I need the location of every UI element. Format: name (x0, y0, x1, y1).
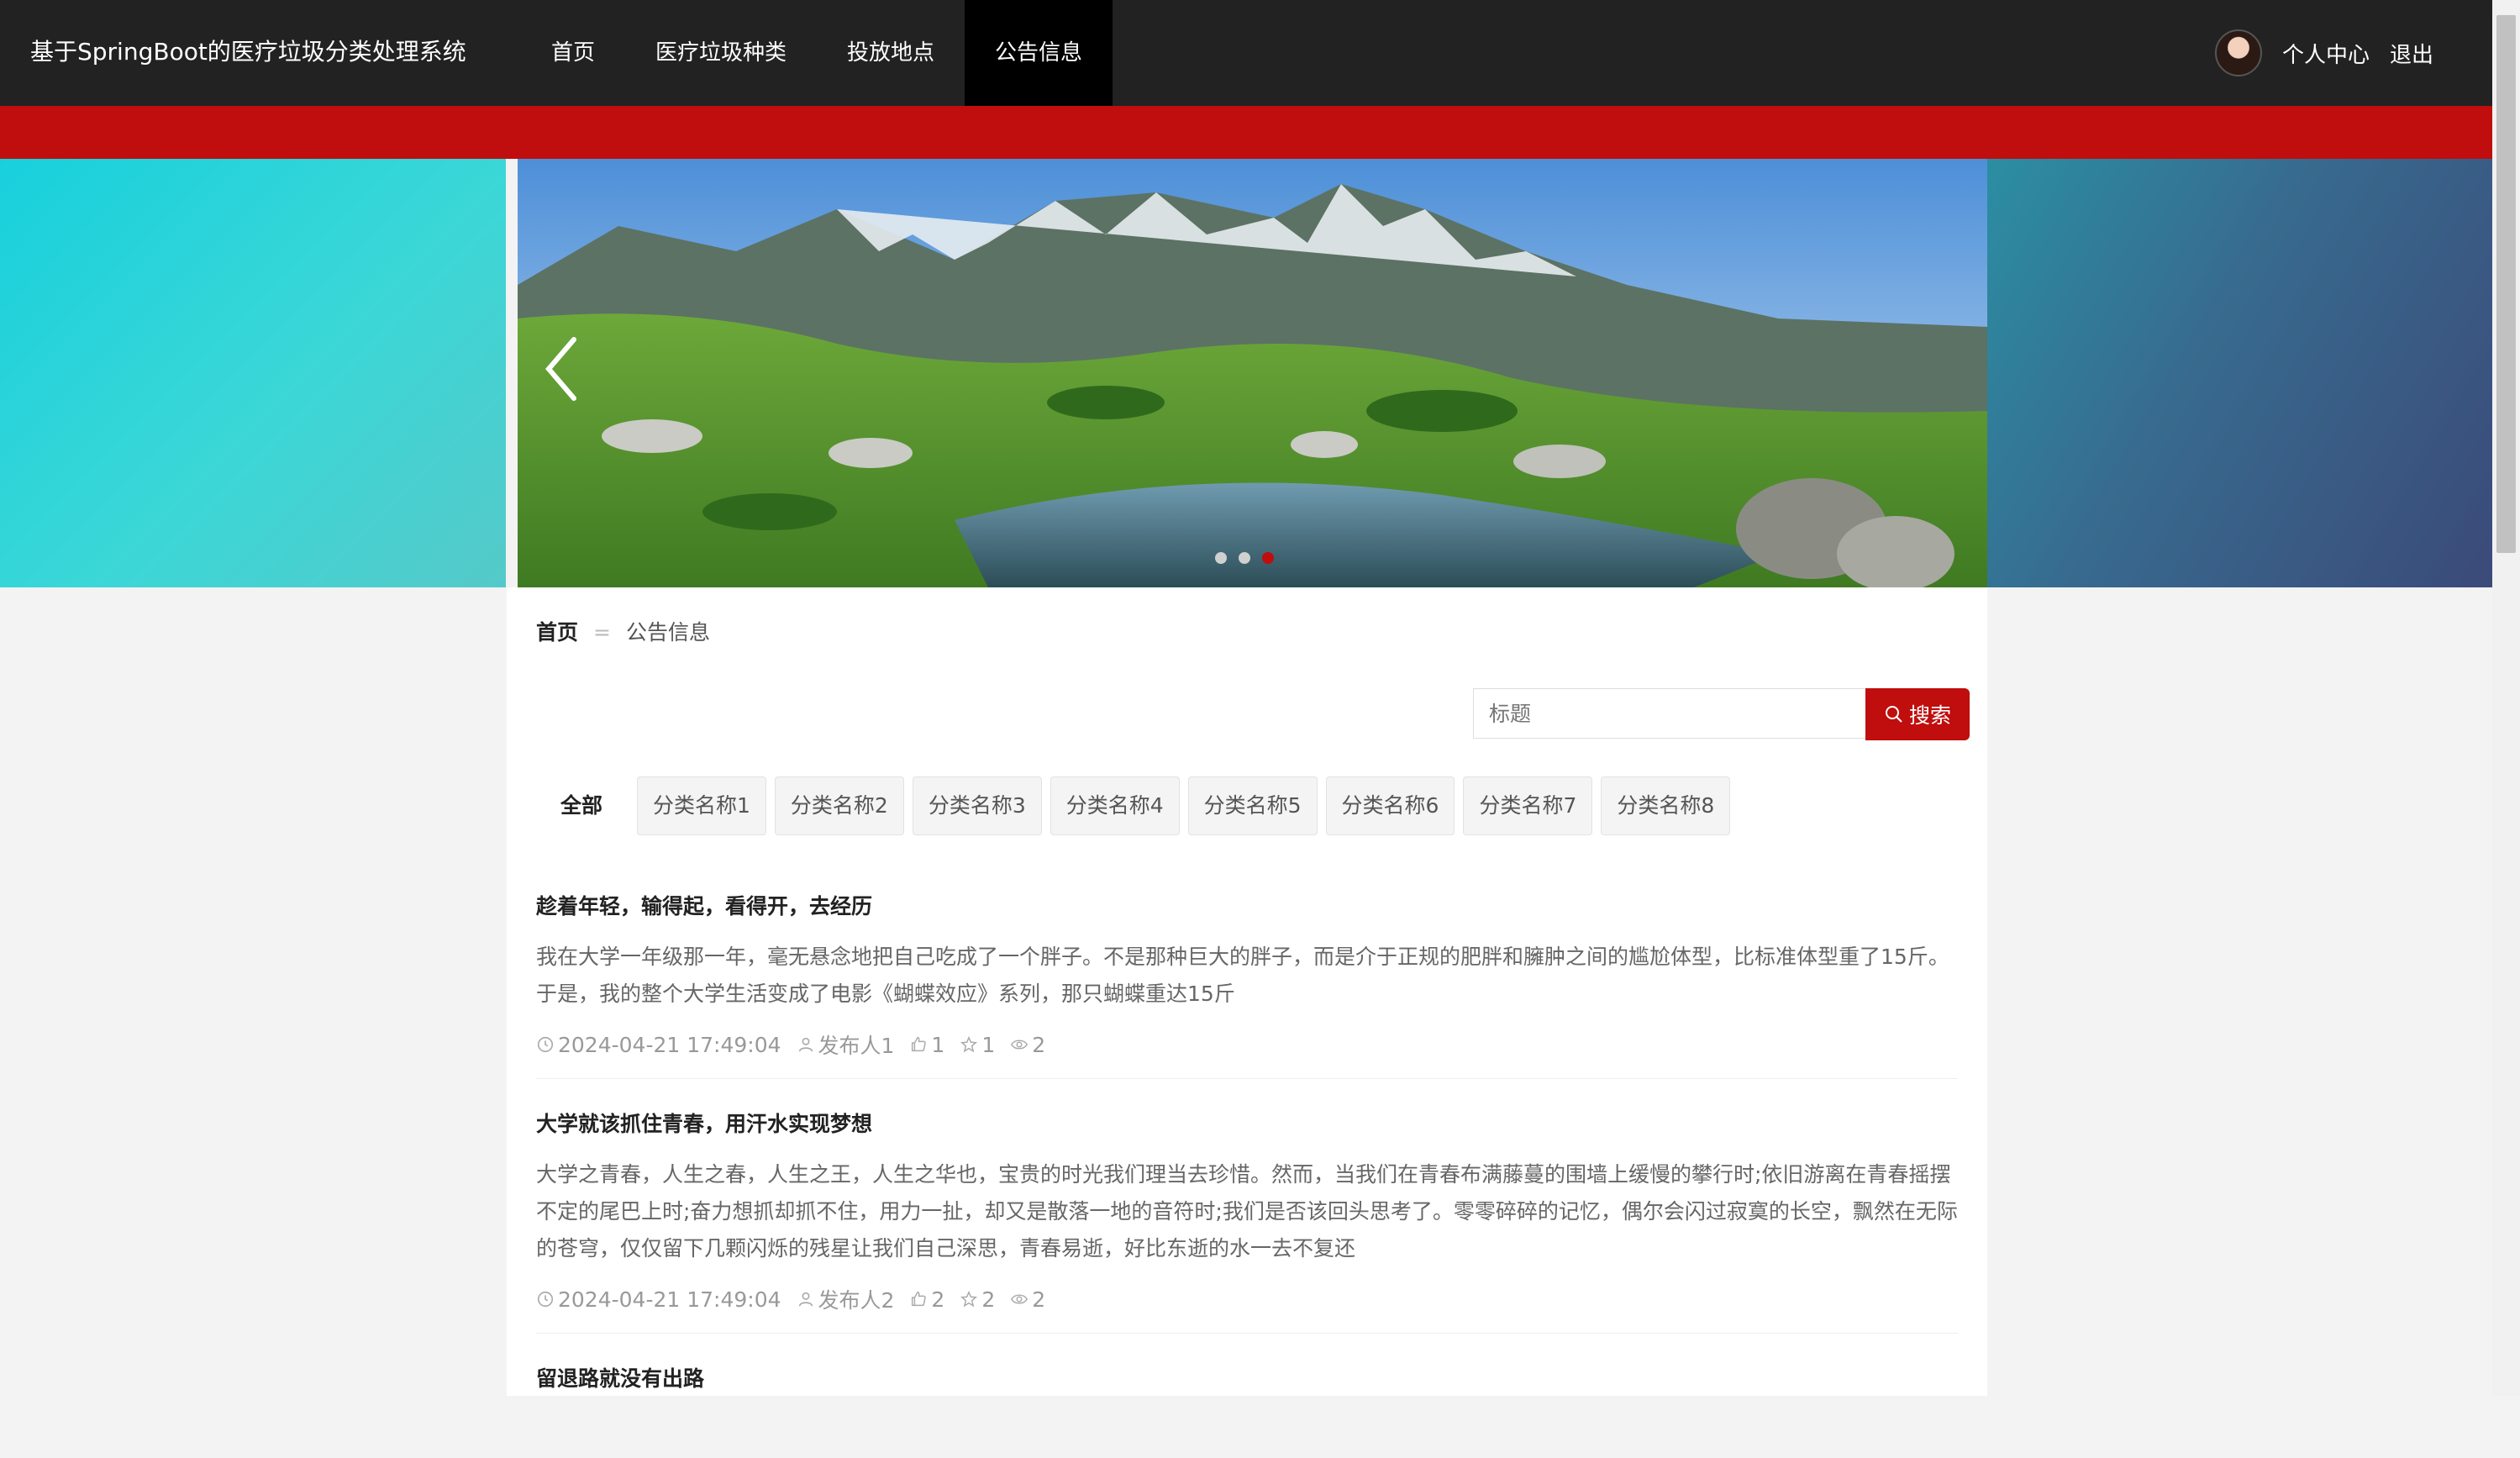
post-favorites[interactable]: 2 (960, 1287, 995, 1312)
post-author-text: 发布人1 (818, 1034, 895, 1058)
post-date: 2024-04-21 17:49:04 (536, 1287, 781, 1312)
list-item: 趁着年轻，输得起，看得开，去经历 我在大学一年级那一年，毫无悬念地把自己吃成了一… (536, 890, 1958, 1079)
accent-band (0, 106, 2492, 159)
user-icon (798, 1037, 813, 1052)
scrollbar-thumb[interactable] (2496, 15, 2516, 553)
banner-side-right (1987, 159, 2492, 587)
post-summary: 我在大学一年级那一年，毫无悬念地把自己吃成了一个胖子。不是那种巨大的胖子，而是介… (536, 945, 1949, 1006)
post-likes-count: 1 (931, 1032, 945, 1057)
category-all[interactable]: 全部 (536, 776, 629, 835)
search-box: 搜索 (1473, 688, 1970, 740)
post-favorites-count: 2 (981, 1287, 996, 1312)
carousel-dots (1215, 552, 1274, 564)
post-favorites-count: 1 (981, 1032, 996, 1057)
post-title[interactable]: 留退路就没有出路 (536, 1362, 1958, 1392)
post-summary: 大学之青春，人生之春，人生之王，人生之华也，宝贵的时光我们理当去珍惜。然而，当我… (536, 1162, 1958, 1261)
nav-item-drop-locations[interactable]: 投放地点 (817, 0, 965, 106)
post-likes[interactable]: 2 (909, 1287, 944, 1312)
thumbs-up-icon (912, 1292, 927, 1307)
post-favorites[interactable]: 1 (960, 1033, 995, 1057)
nav-item-announcements[interactable]: 公告信息 (965, 0, 1113, 106)
content-panel: 首页 = 公告信息 搜索 全部 分类名称1 分类名称2 分类名称3 分类名称4 分类… (507, 587, 1987, 1396)
category-6[interactable]: 分类名称6 (1325, 776, 1455, 835)
category-filter: 全部 分类名称1 分类名称2 分类名称3 分类名称4 分类名称5 分类名称6 分… (536, 776, 1731, 835)
post-likes[interactable]: 1 (909, 1033, 944, 1057)
post-date-text: 2024-04-21 17:49:04 (558, 1032, 781, 1057)
thumbs-up-icon (912, 1037, 927, 1052)
top-navbar: 基于SpringBoot的医疗垃圾分类处理系统 首页 医疗垃圾种类 投放地点 公… (0, 0, 2492, 106)
personal-center-link[interactable]: 个人中心 (2282, 38, 2370, 69)
list-item: 留退路就没有出路 (536, 1362, 1958, 1429)
category-3[interactable]: 分类名称3 (912, 776, 1042, 835)
search-button-label: 搜索 (1908, 703, 1951, 728)
breadcrumb-home[interactable]: 首页 (536, 620, 578, 645)
carousel-dot-1[interactable] (1215, 552, 1227, 564)
category-7[interactable]: 分类名称7 (1463, 776, 1593, 835)
search-icon (1885, 706, 1902, 723)
post-views: 2 (1010, 1287, 1045, 1312)
post-date-text: 2024-04-21 17:49:04 (558, 1287, 781, 1312)
landscape-image (518, 159, 1988, 587)
post-meta: 2024-04-21 17:49:04 发布人1 1 1 2 (536, 1029, 1958, 1060)
category-8[interactable]: 分类名称8 (1601, 776, 1731, 835)
page-scrollbar[interactable] (2492, 0, 2520, 1396)
post-likes-count: 2 (931, 1287, 945, 1312)
category-4[interactable]: 分类名称4 (1050, 776, 1180, 835)
user-area: 个人中心 退出 (2214, 0, 2433, 106)
nav-item-home[interactable]: 首页 (521, 0, 625, 106)
post-views-count: 2 (1032, 1032, 1046, 1057)
list-item: 大学就该抓住青春，用汗水实现梦想 大学之青春，人生之春，人生之王，人生之华也，宝… (536, 1108, 1958, 1334)
clock-icon (537, 1036, 554, 1053)
nav-item-waste-types[interactable]: 医疗垃圾种类 (625, 0, 817, 106)
logout-link[interactable]: 退出 (2390, 38, 2433, 69)
post-date: 2024-04-21 17:49:04 (536, 1033, 781, 1057)
announcement-list: 趁着年轻，输得起，看得开，去经历 我在大学一年级那一年，毫无悬念地把自己吃成了一… (536, 890, 1958, 1458)
category-2[interactable]: 分类名称2 (774, 776, 904, 835)
post-views: 2 (1010, 1033, 1045, 1057)
app-title[interactable]: 基于SpringBoot的医疗垃圾分类处理系统 (30, 34, 466, 67)
post-author: 发布人1 (797, 1029, 895, 1060)
post-meta: 2024-04-21 17:49:04 发布人2 2 2 2 (536, 1284, 1958, 1314)
eye-icon (1011, 1294, 1029, 1304)
breadcrumb: 首页 = 公告信息 (536, 616, 710, 646)
star-icon (960, 1035, 978, 1053)
carousel-dot-2[interactable] (1239, 552, 1250, 564)
search-button[interactable]: 搜索 (1865, 688, 1970, 740)
main-nav: 首页 医疗垃圾种类 投放地点 公告信息 (521, 0, 1113, 106)
clock-icon (537, 1291, 554, 1308)
post-title[interactable]: 大学就该抓住青春，用汗水实现梦想 (536, 1108, 1958, 1138)
post-author-text: 发布人2 (818, 1288, 895, 1313)
eye-icon (1011, 1040, 1029, 1050)
category-1[interactable]: 分类名称1 (637, 776, 766, 835)
carousel-dot-3[interactable] (1262, 552, 1274, 564)
post-views-count: 2 (1032, 1287, 1046, 1312)
post-author: 发布人2 (797, 1284, 895, 1314)
breadcrumb-separator: = (593, 620, 611, 645)
search-input[interactable] (1473, 688, 1865, 739)
star-icon (960, 1290, 978, 1308)
user-icon (798, 1292, 813, 1307)
banner-slide[interactable] (518, 159, 1988, 587)
avatar[interactable] (2214, 29, 2262, 76)
breadcrumb-current: 公告信息 (625, 620, 710, 645)
category-5[interactable]: 分类名称5 (1187, 776, 1318, 835)
banner-side-left (0, 159, 506, 587)
banner-carousel (0, 159, 2492, 587)
post-title[interactable]: 趁着年轻，输得起，看得开，去经历 (536, 890, 1958, 920)
prev-slide-icon[interactable] (536, 327, 587, 411)
